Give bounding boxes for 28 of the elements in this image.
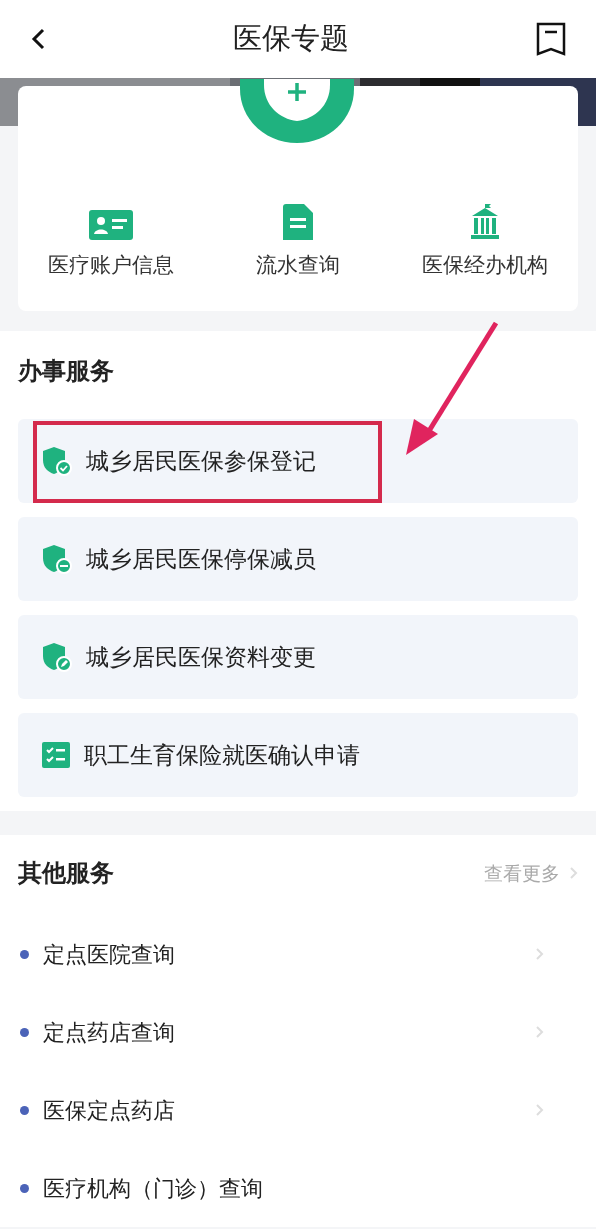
checklist-icon bbox=[42, 742, 70, 768]
shortcut-item[interactable]: 医疗账户信息 bbox=[18, 199, 205, 281]
service-item[interactable]: 城乡居民医保停保减员 bbox=[18, 517, 578, 601]
shield-check-icon bbox=[42, 446, 72, 476]
service-item[interactable]: 职工生育保险就医确认申请 bbox=[18, 713, 578, 797]
section-title: 办事服务 bbox=[18, 356, 115, 387]
shortcut-item[interactable]: 流水查询 bbox=[204, 199, 392, 281]
service-item[interactable]: 城乡居民医保资料变更 bbox=[18, 615, 578, 699]
shield-pencil-icon bbox=[42, 642, 72, 672]
chevron-icon bbox=[570, 867, 578, 879]
id-card-icon bbox=[89, 209, 134, 240]
back-icon[interactable] bbox=[30, 27, 46, 51]
bullet-icon bbox=[20, 1027, 29, 1037]
shortcut-item[interactable]: 医保经办机构 bbox=[391, 199, 578, 281]
section-title: 其他服务 bbox=[18, 858, 114, 889]
service-list-item[interactable]: 定点药店查询 bbox=[18, 993, 578, 1071]
shield-minus-icon bbox=[42, 544, 72, 574]
building-icon bbox=[469, 201, 500, 240]
service-list-item[interactable]: 医保定点药店 bbox=[18, 1071, 578, 1149]
service-list-item[interactable]: 定点医院查询 bbox=[18, 915, 578, 993]
receipt-icon bbox=[283, 203, 313, 240]
bullet-icon bbox=[20, 1183, 29, 1193]
service-list-item[interactable]: 医疗机构（门诊）查询 bbox=[18, 1149, 578, 1227]
bullet-icon bbox=[20, 949, 29, 959]
page-title: 医保专题 bbox=[233, 20, 349, 58]
bullet-icon bbox=[20, 1105, 29, 1115]
bookmark-icon[interactable] bbox=[536, 22, 566, 56]
service-item[interactable]: 城乡居民医保参保登记 bbox=[18, 419, 578, 503]
